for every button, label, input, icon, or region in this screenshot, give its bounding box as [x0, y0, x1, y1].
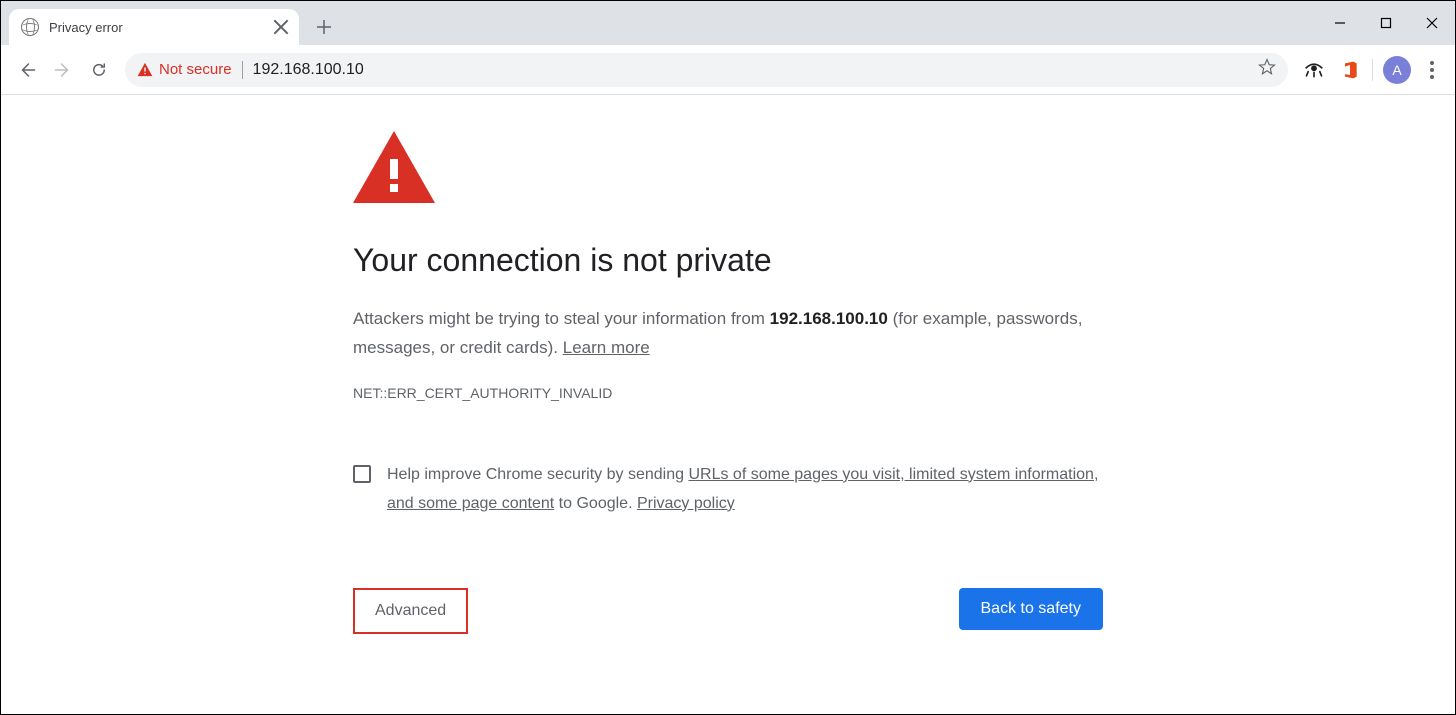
minimize-button[interactable]	[1317, 1, 1363, 45]
new-tab-button[interactable]	[309, 12, 339, 42]
optin-prefix: Help improve Chrome security by sending	[387, 466, 688, 483]
optin-mid: to Google.	[554, 495, 637, 512]
address-bar[interactable]: Not secure 192.168.100.10	[125, 53, 1288, 87]
back-button[interactable]	[9, 52, 45, 88]
close-window-button[interactable]	[1409, 1, 1455, 45]
privacy-policy-link[interactable]: Privacy policy	[637, 495, 735, 512]
error-code: NET::ERR_CERT_AUTHORITY_INVALID	[353, 385, 1103, 401]
extension-eye-icon[interactable]	[1296, 52, 1332, 88]
bookmark-star-icon[interactable]	[1258, 58, 1276, 81]
warning-triangle-icon	[137, 62, 153, 77]
optin-checkbox[interactable]	[353, 465, 371, 483]
browser-toolbar: Not secure 192.168.100.10 A	[1, 45, 1455, 95]
optin-text: Help improve Chrome security by sending …	[387, 461, 1103, 519]
browser-tab[interactable]: Privacy error	[9, 9, 299, 45]
security-label: Not secure	[159, 61, 232, 78]
profile-initial: A	[1392, 62, 1401, 78]
maximize-button[interactable]	[1363, 1, 1409, 45]
ssl-interstitial: Your connection is not private Attackers…	[353, 131, 1103, 714]
forward-button[interactable]	[45, 52, 81, 88]
browser-menu-button[interactable]	[1417, 52, 1447, 88]
advanced-button[interactable]: Advanced	[353, 588, 468, 634]
divider	[242, 61, 243, 79]
page-content: Your connection is not private Attackers…	[1, 95, 1455, 714]
extension-office-icon[interactable]	[1332, 52, 1368, 88]
profile-avatar[interactable]: A	[1383, 56, 1411, 84]
back-to-safety-button[interactable]: Back to safety	[959, 588, 1104, 630]
tab-title: Privacy error	[49, 20, 273, 35]
body-prefix: Attackers might be trying to steal your …	[353, 309, 770, 328]
learn-more-link[interactable]: Learn more	[563, 338, 650, 357]
globe-icon	[21, 18, 39, 36]
action-row: Advanced Back to safety	[353, 588, 1103, 634]
separator	[1372, 59, 1373, 81]
warning-triangle-icon	[353, 131, 1103, 208]
hostname: 192.168.100.10	[770, 309, 888, 328]
optin-row: Help improve Chrome security by sending …	[353, 461, 1103, 519]
page-title: Your connection is not private	[353, 242, 1103, 279]
close-tab-icon[interactable]	[273, 19, 289, 35]
warning-paragraph: Attackers might be trying to steal your …	[353, 305, 1103, 363]
url-text: 192.168.100.10	[253, 61, 1258, 79]
security-indicator[interactable]: Not secure	[137, 61, 232, 78]
reload-button[interactable]	[81, 52, 117, 88]
tab-strip: Privacy error	[1, 1, 1455, 45]
window-controls	[1317, 1, 1455, 45]
